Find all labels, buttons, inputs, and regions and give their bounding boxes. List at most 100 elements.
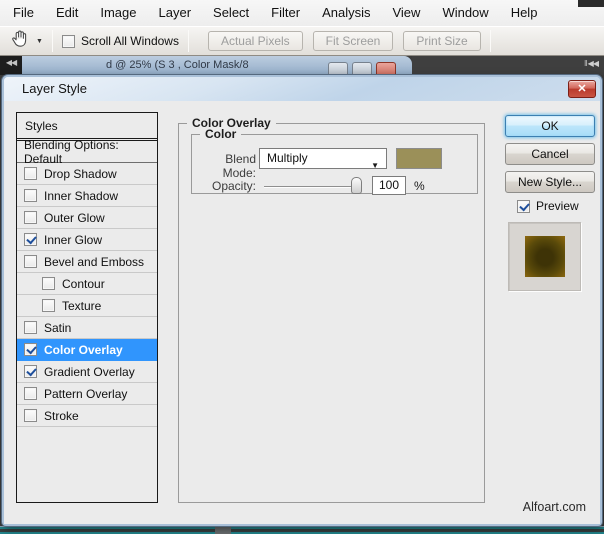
options-toolbar: ▼ Scroll All Windows Actual Pixels Fit Sc… (0, 26, 604, 56)
hand-icon (10, 29, 30, 53)
styles-row-drop-shadow[interactable]: Drop Shadow (17, 163, 157, 185)
opacity-slider-track[interactable] (264, 186, 362, 188)
blend-mode-select[interactable]: Multiply ▼ (259, 148, 387, 169)
styles-row-inner-glow[interactable]: Inner Glow (17, 229, 157, 251)
toolbar-separator (188, 30, 189, 52)
checkbox-icon[interactable] (24, 255, 37, 268)
styles-row-gradient-overlay[interactable]: Gradient Overlay (17, 361, 157, 383)
menu-item-filter[interactable]: Filter (260, 0, 311, 26)
menu-item-analysis[interactable]: Analysis (311, 0, 381, 26)
checkbox-icon[interactable] (24, 365, 37, 378)
collapse-left-button[interactable]: ◀◀ (0, 56, 22, 75)
styles-row-color-overlay[interactable]: Color Overlay (17, 339, 157, 361)
style-row-label: Satin (44, 321, 71, 335)
menu-item-help[interactable]: Help (500, 0, 549, 26)
collapse-right-button[interactable]: ‖ ◀◀ (584, 59, 598, 68)
style-row-label: Texture (62, 299, 101, 313)
background-panel-corner (578, 0, 604, 7)
close-doc-button[interactable] (376, 62, 396, 75)
style-row-label: Contour (62, 277, 105, 291)
menu-item-file[interactable]: File (2, 0, 45, 26)
panel-dock-strip: ‖ ◀◀ (412, 56, 604, 75)
color-subgroup: Color Blend Mode: Multiply ▼ Opacity: 10… (191, 134, 478, 194)
checkbox-icon[interactable] (24, 343, 37, 356)
chevron-down-icon[interactable]: ▼ (36, 38, 43, 45)
fit-screen-button[interactable]: Fit Screen (313, 31, 394, 51)
color-subgroup-title: Color (200, 127, 241, 141)
toolbar-separator (490, 30, 491, 52)
checkbox-icon[interactable] (24, 409, 37, 422)
styles-row-satin[interactable]: Satin (17, 317, 157, 339)
print-size-button[interactable]: Print Size (403, 31, 480, 51)
styles-row-inner-shadow[interactable]: Inner Shadow (17, 185, 157, 207)
checkbox-icon[interactable] (24, 233, 37, 246)
preview-option[interactable]: Preview (517, 199, 579, 213)
background-document-strip: ◀◀ d @ 25% (S 3 , Color Mask/8 ‖ ◀◀ (0, 56, 604, 75)
new-style-button[interactable]: New Style... (505, 171, 595, 193)
minimize-button[interactable] (328, 62, 348, 75)
photoshop-window: FileEditImageLayerSelectFilterAnalysisVi… (0, 0, 604, 534)
checkbox-icon[interactable] (24, 189, 37, 202)
checkbox-icon[interactable] (24, 167, 37, 180)
checkbox-icon[interactable] (42, 299, 55, 312)
dialog-titlebar[interactable]: Layer Style ✕ (4, 77, 600, 101)
styles-row-pattern-overlay[interactable]: Pattern Overlay (17, 383, 157, 405)
styles-row-bevel-and-emboss[interactable]: Bevel and Emboss (17, 251, 157, 273)
style-preview-thumbnail (508, 222, 581, 291)
ok-button[interactable]: OK (505, 115, 595, 137)
checkbox-icon[interactable] (42, 277, 55, 290)
menu-item-layer[interactable]: Layer (148, 0, 203, 26)
blend-color-swatch[interactable] (396, 148, 442, 169)
actual-pixels-button[interactable]: Actual Pixels (208, 31, 303, 51)
style-row-label: Color Overlay (44, 343, 123, 357)
styles-list: Blending Options: DefaultDrop Shadow Inne… (17, 141, 157, 427)
styles-row-contour[interactable]: Contour (17, 273, 157, 295)
styles-row-stroke[interactable]: Stroke (17, 405, 157, 427)
checkbox-icon[interactable] (24, 211, 37, 224)
style-row-label: Pattern Overlay (44, 387, 127, 401)
scrollbar-knob[interactable] (215, 526, 231, 534)
checkbox-icon[interactable] (24, 321, 37, 334)
layer-style-dialog: Layer Style ✕ Styles Blending Options: D… (2, 75, 602, 526)
cancel-button[interactable]: Cancel (505, 143, 595, 165)
menu-item-view[interactable]: View (381, 0, 431, 26)
scroll-all-windows-option[interactable]: Scroll All Windows (62, 34, 179, 48)
styles-panel-header: Styles (17, 113, 157, 139)
toolbar-separator (52, 30, 53, 52)
close-icon[interactable]: ✕ (568, 80, 596, 98)
menu-bar: FileEditImageLayerSelectFilterAnalysisVi… (0, 0, 604, 26)
style-row-label: Blending Options: Default (24, 138, 157, 166)
dialog-title: Layer Style (22, 81, 87, 96)
style-row-label: Gradient Overlay (44, 365, 135, 379)
styles-row-blending-options-default[interactable]: Blending Options: Default (17, 141, 157, 163)
opacity-slider-thumb[interactable] (351, 177, 362, 194)
preview-swatch (525, 236, 565, 277)
style-row-label: Stroke (44, 409, 79, 423)
styles-row-outer-glow[interactable]: Outer Glow (17, 207, 157, 229)
style-row-label: Outer Glow (44, 211, 105, 225)
checkbox-icon[interactable] (517, 200, 530, 213)
toolbar-buttons: Actual Pixels Fit Screen Print Size (208, 31, 481, 51)
style-row-label: Drop Shadow (44, 167, 117, 181)
blend-mode-label: Blend Mode: (196, 152, 256, 180)
document-title-fragment: d @ 25% (S 3 , Color Mask/8 (106, 59, 249, 71)
menu-item-window[interactable]: Window (431, 0, 499, 26)
background-bottom-strip (0, 526, 604, 534)
watermark-text: Alfoart.com (523, 500, 586, 514)
menu-item-select[interactable]: Select (202, 0, 260, 26)
checkbox-icon[interactable] (62, 35, 75, 48)
styles-row-texture[interactable]: Texture (17, 295, 157, 317)
hand-tool-button[interactable]: ▼ (10, 29, 43, 53)
chevron-down-icon: ▼ (371, 156, 379, 175)
document-titlebar[interactable]: d @ 25% (S 3 , Color Mask/8 (22, 56, 412, 75)
restore-button[interactable] (352, 62, 372, 75)
checkbox-icon[interactable] (24, 387, 37, 400)
opacity-label: Opacity: (196, 179, 256, 193)
menu-item-edit[interactable]: Edit (45, 0, 89, 26)
preview-label: Preview (536, 199, 579, 213)
opacity-unit: % (414, 179, 425, 193)
menu-item-image[interactable]: Image (89, 0, 147, 26)
styles-panel: Styles Blending Options: DefaultDrop Sha… (16, 112, 158, 503)
opacity-input[interactable]: 100 (372, 176, 406, 195)
color-overlay-group: Color Overlay Color Blend Mode: Multiply… (178, 123, 485, 503)
